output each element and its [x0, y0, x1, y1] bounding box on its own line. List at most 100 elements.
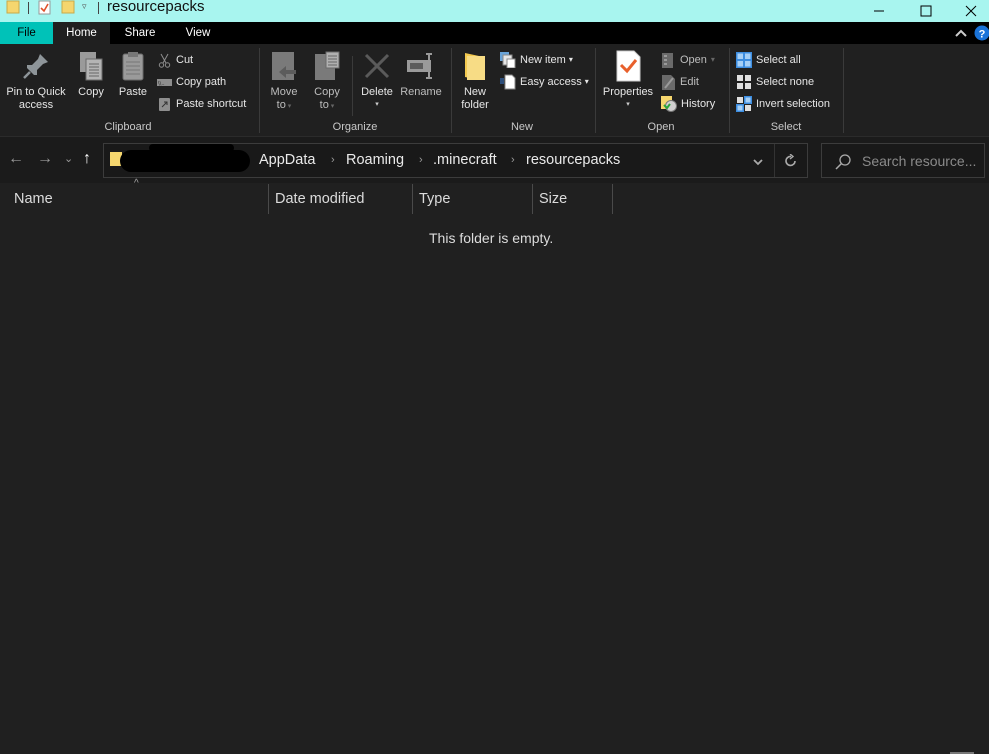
address-bar[interactable]: AppData › Roaming › .minecraft › resourc… — [103, 143, 808, 178]
paste-shortcut-label: Paste shortcut — [176, 98, 247, 110]
tab-view[interactable]: View — [178, 22, 218, 44]
properties-quick-icon[interactable] — [38, 0, 52, 15]
group-label-select: Select — [770, 121, 802, 133]
svg-text:?: ? — [979, 29, 986, 41]
new-folder-icon — [465, 53, 485, 80]
search-box[interactable]: Search resource... — [821, 143, 985, 178]
breadcrumb-chevron-icon[interactable]: › — [331, 154, 335, 166]
new-item-icon — [500, 52, 516, 68]
new-folder-quick-icon[interactable] — [61, 0, 75, 15]
up-button[interactable]: ↑ — [83, 150, 91, 168]
group-label-clipboard: Clipboard — [104, 121, 152, 133]
maximize-icon — [920, 5, 932, 17]
paste-button[interactable]: Paste — [115, 50, 151, 99]
column-resize-handle[interactable] — [532, 184, 533, 214]
tab-share[interactable]: Share — [115, 22, 165, 44]
copy-icon — [80, 52, 103, 81]
copy-to-button[interactable]: Copy to ▾ — [309, 50, 345, 113]
easy-access-label: Easy access — [520, 76, 582, 88]
recent-locations-button[interactable]: ⌄ — [64, 152, 73, 165]
forward-button[interactable]: → — [37, 150, 53, 168]
select-none-label: Select none — [756, 76, 815, 88]
close-button[interactable] — [948, 0, 989, 22]
breadcrumb-roaming[interactable]: Roaming — [346, 152, 404, 168]
paste-shortcut-button[interactable]: Paste shortcut — [157, 95, 246, 113]
copy-path-button[interactable]: \\.. Copy path — [157, 73, 226, 91]
invert-selection-button[interactable]: Invert selection — [736, 95, 830, 113]
move-to-label-line2: to — [276, 98, 286, 111]
separator — [28, 2, 29, 14]
select-none-button[interactable]: Select none — [736, 73, 814, 91]
edit-button[interactable]: Edit — [661, 73, 699, 91]
column-header-size[interactable]: Size — [539, 183, 567, 215]
minimize-button[interactable] — [856, 0, 902, 22]
ribbon-tabs: File Home Share View ? — [0, 22, 989, 44]
pin-label-line1: Pin to Quick — [6, 86, 66, 98]
breadcrumb-resourcepacks[interactable]: resourcepacks — [526, 152, 620, 168]
tab-file[interactable]: File — [0, 22, 53, 44]
column-header-type[interactable]: Type — [419, 183, 450, 215]
ribbon: Pin to Quick access Copy Paste Cut \\.. … — [0, 44, 989, 137]
edit-label: Edit — [680, 76, 699, 88]
pin-to-quick-access-button[interactable]: Pin to Quick access — [3, 50, 69, 111]
sort-ascending-icon: ^ — [134, 178, 139, 189]
new-item-button[interactable]: New item ▾ — [500, 51, 573, 69]
breadcrumb-chevron-icon[interactable]: › — [511, 154, 515, 166]
column-header-date-modified[interactable]: Date modified — [275, 183, 364, 215]
move-to-button[interactable]: Move to ▾ — [266, 50, 302, 113]
column-resize-handle[interactable] — [268, 184, 269, 214]
invert-selection-label: Invert selection — [756, 98, 830, 110]
title-bar: ▿ resourcepacks — [0, 0, 989, 22]
properties-label: Properties — [602, 86, 654, 98]
properties-icon — [616, 50, 641, 82]
new-item-label: New item — [520, 54, 566, 66]
refresh-icon[interactable] — [784, 154, 798, 168]
address-history-chevron-icon[interactable] — [752, 157, 764, 167]
copy-path-icon: \\.. — [157, 78, 172, 87]
history-button[interactable]: History — [661, 95, 715, 113]
redacted-mark — [149, 144, 234, 152]
column-resize-handle[interactable] — [412, 184, 413, 214]
dropdown-arrow-icon: ▾ — [328, 102, 335, 110]
history-label: History — [681, 98, 716, 110]
delete-button[interactable]: Delete ▾ — [357, 50, 397, 111]
search-icon — [835, 154, 851, 170]
easy-access-icon — [500, 74, 516, 90]
invert-selection-icon — [736, 96, 752, 112]
cut-button[interactable]: Cut — [157, 51, 193, 69]
copy-to-icon — [315, 51, 340, 80]
open-label: Open — [680, 54, 707, 66]
properties-button[interactable]: Properties ▾ — [600, 50, 656, 111]
breadcrumb-chevron-icon[interactable]: › — [419, 154, 423, 166]
search-placeholder: Search resource... — [862, 153, 977, 169]
open-icon — [662, 52, 673, 68]
separator — [352, 56, 353, 116]
new-folder-button[interactable]: New folder — [457, 50, 493, 111]
breadcrumb-appdata[interactable]: AppData — [259, 152, 315, 168]
group-separator — [843, 48, 844, 133]
column-resize-handle[interactable] — [612, 184, 613, 214]
group-separator — [259, 48, 260, 133]
customize-quick-access-icon[interactable]: ▿ — [82, 1, 87, 12]
delete-icon — [364, 53, 390, 79]
back-button[interactable]: ← — [8, 150, 24, 168]
open-button[interactable]: Open ▾ — [661, 51, 715, 69]
new-folder-label-line1: New — [463, 86, 486, 98]
maximize-button[interactable] — [903, 0, 949, 22]
group-label-organize: Organize — [332, 121, 378, 133]
copy-label: Copy — [78, 86, 104, 98]
easy-access-button[interactable]: Easy access ▾ — [500, 73, 589, 91]
help-icon[interactable]: ? — [974, 25, 989, 41]
rename-button[interactable]: Rename — [399, 50, 443, 99]
tab-home[interactable]: Home — [53, 22, 110, 44]
copy-button[interactable]: Copy — [73, 50, 109, 99]
svg-text:\\..: \\.. — [158, 81, 165, 87]
redacted-path-segment — [120, 150, 250, 172]
close-icon — [965, 5, 977, 17]
breadcrumb-minecraft[interactable]: .minecraft — [433, 152, 497, 168]
dropdown-arrow-icon: ▾ — [568, 55, 573, 64]
column-header-name[interactable]: Name — [14, 183, 53, 215]
collapse-ribbon-icon[interactable] — [955, 28, 967, 38]
folder-icon — [6, 0, 20, 14]
select-all-button[interactable]: Select all — [736, 51, 801, 69]
